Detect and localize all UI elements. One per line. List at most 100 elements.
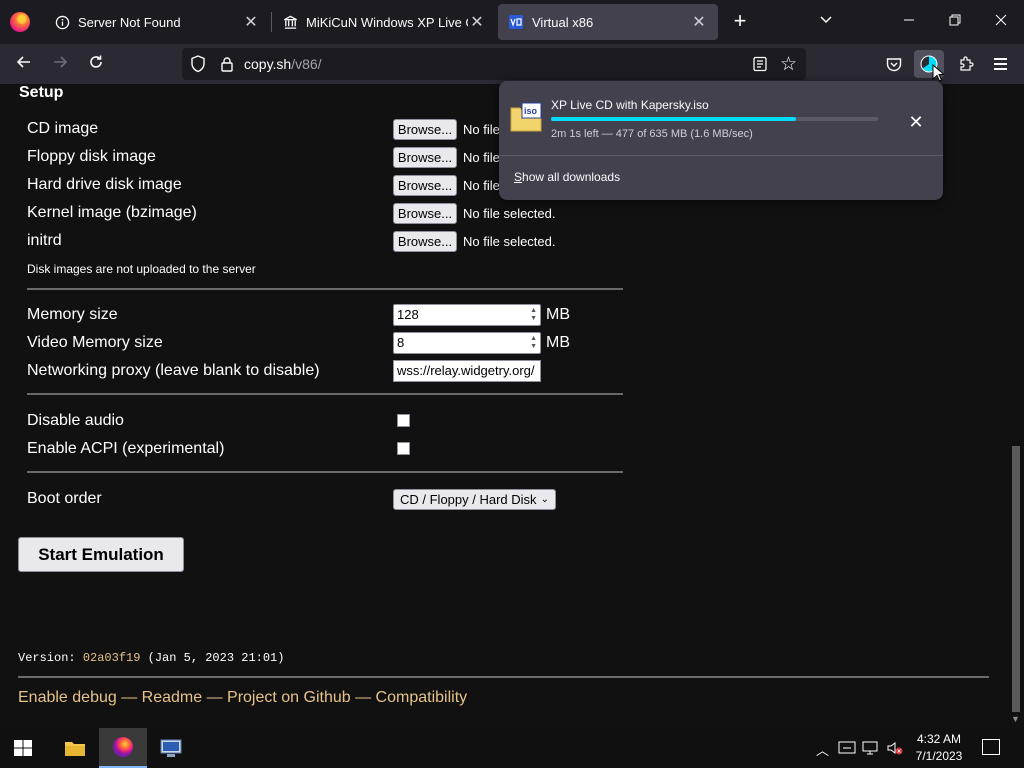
file-explorer-taskbar-button[interactable]	[51, 728, 99, 768]
url-path: /v86/	[291, 56, 322, 72]
version-prefix: Version:	[18, 651, 83, 665]
minimize-window-icon[interactable]	[895, 8, 923, 36]
hamburger-menu-icon[interactable]	[986, 50, 1014, 78]
initrd-browse-button[interactable]: Browse...	[393, 231, 457, 252]
video-memory-size-value: 8	[397, 335, 405, 350]
volume-muted-icon[interactable]	[886, 740, 904, 756]
hard-drive-image-browse-button[interactable]: Browse...	[393, 175, 457, 196]
footer-separator: —	[202, 689, 228, 706]
enable-debug-link[interactable]: Enable debug	[18, 689, 117, 706]
cancel-download-icon[interactable]: ✕	[905, 111, 927, 133]
initrd-file-status: No file selected.	[463, 234, 556, 249]
firefox-view-icon[interactable]	[10, 12, 30, 32]
spinner-arrows-icon[interactable]: ▲ ▼	[530, 335, 537, 351]
boot-order-value: CD / Floppy / Hard Disk	[400, 492, 537, 507]
memory-unit: MB	[546, 306, 570, 323]
remote-desktop-taskbar-button[interactable]	[147, 728, 195, 768]
folder-icon	[65, 742, 85, 756]
memory-size-label: Memory size	[27, 306, 118, 323]
floppy-image-label: Floppy disk image	[27, 148, 156, 165]
download-filename[interactable]: XP Live CD with Kapersky.iso	[551, 98, 709, 112]
new-tab-button[interactable]: +	[730, 10, 750, 32]
action-center-icon[interactable]	[982, 739, 1000, 755]
section-divider	[27, 393, 623, 395]
hard-drive-image-file-status: No file	[463, 178, 500, 193]
download-status: 2m 1s left — 477 of 635 MB (1.6 MB/sec)	[551, 128, 753, 140]
downloads-panel: iso XP Live CD with Kapersky.iso 2m 1s l…	[499, 81, 943, 200]
disable-audio-checkbox[interactable]	[397, 414, 410, 427]
tab-mikicun-windows-xp[interactable]: MiKiCuN Windows XP Live CD ✕	[272, 4, 496, 40]
section-divider	[27, 288, 623, 290]
spinner-arrows-icon[interactable]: ▲ ▼	[530, 307, 537, 323]
start-emulation-button[interactable]: Start Emulation	[18, 537, 184, 572]
tab-title: Server Not Found	[78, 14, 181, 30]
tab-server-not-found[interactable]: Server Not Found ✕	[44, 4, 270, 40]
video-memory-size-input[interactable]: 8 ▲ ▼	[393, 332, 541, 354]
system-clock[interactable]: 4:32 AM 7/1/2023	[904, 731, 974, 765]
lock-icon[interactable]	[220, 56, 234, 72]
scroll-down-arrow-icon[interactable]: ▼	[1011, 714, 1020, 724]
close-tab-icon[interactable]: ✕	[690, 13, 708, 31]
version-hash-link[interactable]: 02a03f19	[83, 651, 141, 665]
list-all-tabs-chevron-icon[interactable]	[816, 12, 836, 32]
bookmark-star-icon[interactable]: ☆	[780, 53, 797, 76]
disk-images-note: Disk images are not uploaded to the serv…	[27, 262, 256, 276]
cd-image-browse-button[interactable]: Browse...	[393, 119, 457, 140]
footer-separator: —	[350, 689, 376, 706]
close-window-icon[interactable]	[987, 8, 1015, 36]
clock-time: 4:32 AM	[916, 732, 962, 746]
networking-proxy-label: Networking proxy (leave blank to disable…	[27, 362, 320, 379]
chevron-down-icon: ⌄	[540, 494, 549, 505]
version-info: Version: 02a03f19 (Jan 5, 2023 21:01)	[18, 651, 284, 665]
forward-arrow-icon[interactable]	[46, 50, 74, 78]
download-progress-bar	[551, 117, 878, 121]
clock-date: 7/1/2023	[915, 749, 963, 763]
reload-icon[interactable]	[82, 50, 110, 78]
reader-view-icon[interactable]	[752, 56, 768, 72]
floppy-image-file-status: No file	[463, 150, 500, 165]
pocket-icon[interactable]	[880, 50, 908, 78]
enable-acpi-label: Enable ACPI (experimental)	[27, 440, 225, 457]
url-text[interactable]: copy.sh/v86/	[244, 56, 322, 72]
section-divider	[27, 471, 623, 473]
show-hidden-icons-chevron-icon[interactable]: ︿	[816, 740, 829, 759]
close-tab-icon[interactable]: ✕	[242, 13, 260, 31]
enable-acpi-checkbox[interactable]	[397, 442, 410, 455]
close-tab-icon[interactable]: ✕	[468, 13, 486, 31]
video-memory-size-label: Video Memory size	[27, 334, 163, 351]
networking-proxy-input[interactable]: wss://relay.widgetry.org/	[393, 360, 541, 382]
access-key-letter: S	[514, 170, 523, 184]
network-status-icon[interactable]	[838, 740, 856, 756]
tab-virtual-x86[interactable]: Virtual x86 ✕	[498, 4, 718, 40]
tracking-protection-shield-icon[interactable]	[190, 55, 206, 73]
download-progress-fill	[551, 117, 797, 121]
disable-audio-label: Disable audio	[27, 412, 124, 429]
floppy-image-browse-button[interactable]: Browse...	[393, 147, 457, 168]
windows-start-icon[interactable]	[14, 740, 32, 756]
url-host: copy.sh	[244, 56, 292, 72]
url-bar[interactable]: copy.sh/v86/ ☆	[182, 48, 806, 80]
scrollbar-thumb[interactable]	[1008, 446, 1024, 712]
extensions-puzzle-icon[interactable]	[952, 50, 980, 78]
readme-link[interactable]: Readme	[142, 689, 202, 706]
v86-icon	[508, 14, 524, 30]
show-all-downloads-button[interactable]: Show all downloads	[514, 170, 620, 184]
tab-title: MiKiCuN Windows XP Live CD	[306, 14, 468, 30]
boot-order-label: Boot order	[27, 490, 102, 507]
memory-size-input[interactable]: 128 ▲ ▼	[393, 304, 541, 326]
boot-order-select[interactable]: CD / Floppy / Hard Disk ⌄	[393, 489, 556, 510]
hard-drive-image-label: Hard drive disk image	[27, 176, 182, 193]
firefox-taskbar-button[interactable]	[99, 728, 147, 768]
project-on-github-link[interactable]: Project on Github	[227, 689, 351, 706]
info-circle-icon	[54, 14, 70, 30]
monitor-icon[interactable]	[862, 740, 880, 756]
restore-window-icon[interactable]	[941, 8, 969, 36]
kernel-image-browse-button[interactable]: Browse...	[393, 203, 457, 224]
back-arrow-icon[interactable]	[10, 50, 38, 78]
kernel-image-label: Kernel image (bzimage)	[27, 204, 197, 221]
footer-separator: —	[116, 689, 142, 706]
version-date: (Jan 5, 2023 21:01)	[140, 651, 285, 665]
tab-strip: Server Not Found ✕ MiKiCuN Windows XP Li…	[0, 0, 1024, 44]
library-icon	[282, 14, 298, 30]
compatibility-link[interactable]: Compatibility	[376, 689, 468, 706]
